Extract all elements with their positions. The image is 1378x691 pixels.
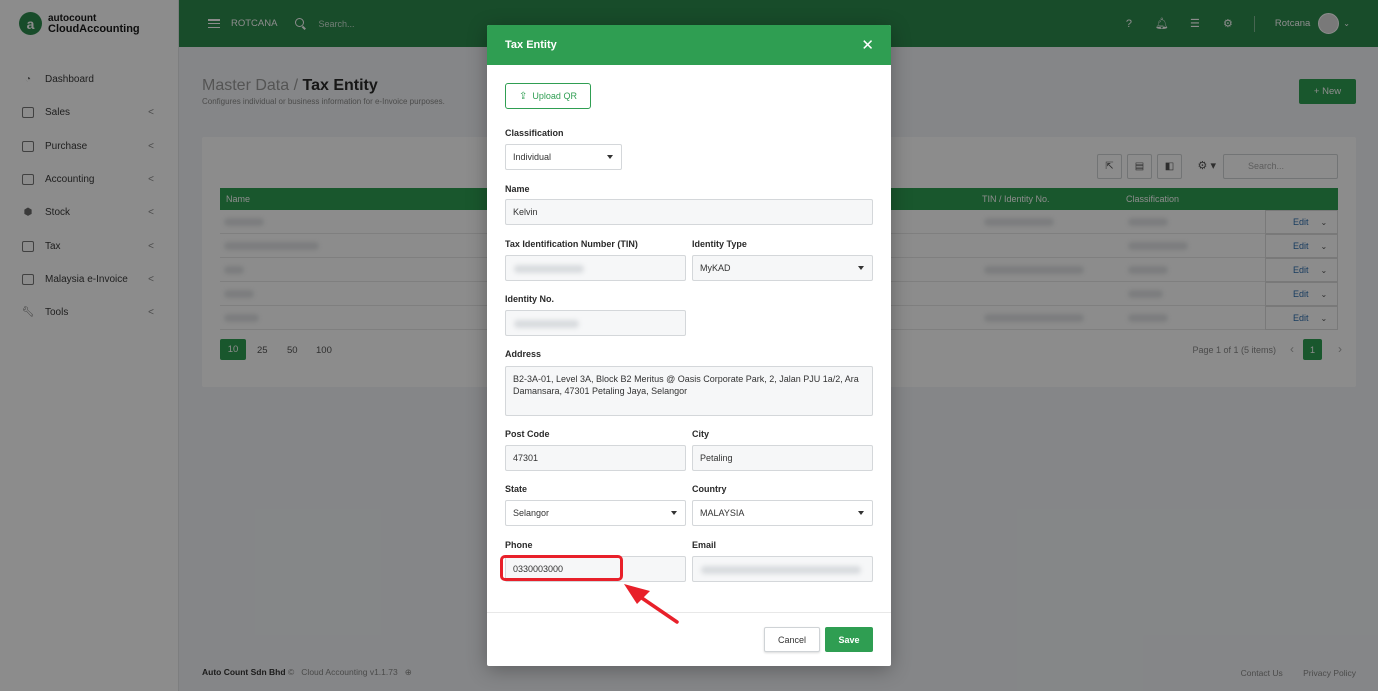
phone-label: Phone	[505, 540, 533, 550]
identity-type-label: Identity Type	[692, 239, 747, 249]
email-field[interactable]	[692, 556, 873, 582]
dropdown-arrow-icon	[671, 511, 677, 515]
modal-header: Tax Entity ✕	[487, 25, 891, 65]
post-code-value: 47301	[513, 453, 539, 463]
state-value: Selangor	[513, 508, 550, 518]
name-label: Name	[505, 184, 530, 194]
modal-footer-divider	[487, 612, 891, 613]
post-code-label: Post Code	[505, 429, 550, 439]
cancel-button[interactable]: Cancel	[764, 627, 820, 652]
save-button[interactable]: Save	[825, 627, 873, 652]
identity-type-value: MyKAD	[700, 263, 731, 273]
post-code-field[interactable]: 47301	[505, 445, 686, 471]
country-select[interactable]: MALAYSIA	[692, 500, 873, 526]
tax-entity-modal: Tax Entity ✕ ⇪ Upload QR Classification …	[487, 25, 891, 666]
state-select[interactable]: Selangor	[505, 500, 686, 526]
identity-no-field[interactable]	[505, 310, 686, 336]
email-label: Email	[692, 540, 717, 550]
upload-qr-button[interactable]: ⇪ Upload QR	[505, 83, 591, 109]
classification-label: Classification	[505, 128, 564, 138]
close-icon[interactable]: ✕	[861, 36, 874, 54]
country-value: MALAYSIA	[700, 508, 745, 518]
city-value: Petaling	[700, 453, 733, 463]
city-label: City	[692, 429, 710, 439]
address-textarea[interactable]: B2-3A-01, Level 3A, Block B2 Meritus @ O…	[505, 366, 873, 416]
dropdown-arrow-icon	[858, 511, 864, 515]
redacted-text	[514, 265, 584, 273]
redacted-text	[701, 566, 861, 574]
identity-no-label: Identity No.	[505, 294, 554, 304]
city-field[interactable]: Petaling	[692, 445, 873, 471]
modal-title: Tax Entity	[505, 39, 557, 51]
tin-label: Tax Identification Number (TIN)	[505, 239, 638, 249]
address-label: Address	[505, 349, 542, 359]
upload-qr-label: Upload QR	[532, 91, 577, 101]
name-field[interactable]: Kelvin	[505, 199, 873, 225]
classification-value: Individual	[513, 152, 552, 162]
redacted-text	[514, 320, 579, 328]
name-value: Kelvin	[513, 207, 538, 217]
classification-select[interactable]: Individual	[505, 144, 622, 170]
country-label: Country	[692, 484, 727, 494]
state-label: State	[505, 484, 528, 494]
dropdown-arrow-icon	[607, 155, 613, 159]
tin-field[interactable]	[505, 255, 686, 281]
dropdown-arrow-icon	[858, 266, 864, 270]
upload-icon: ⇪	[519, 90, 528, 102]
identity-type-select[interactable]: MyKAD	[692, 255, 873, 281]
phone-highlight-box	[500, 555, 623, 581]
